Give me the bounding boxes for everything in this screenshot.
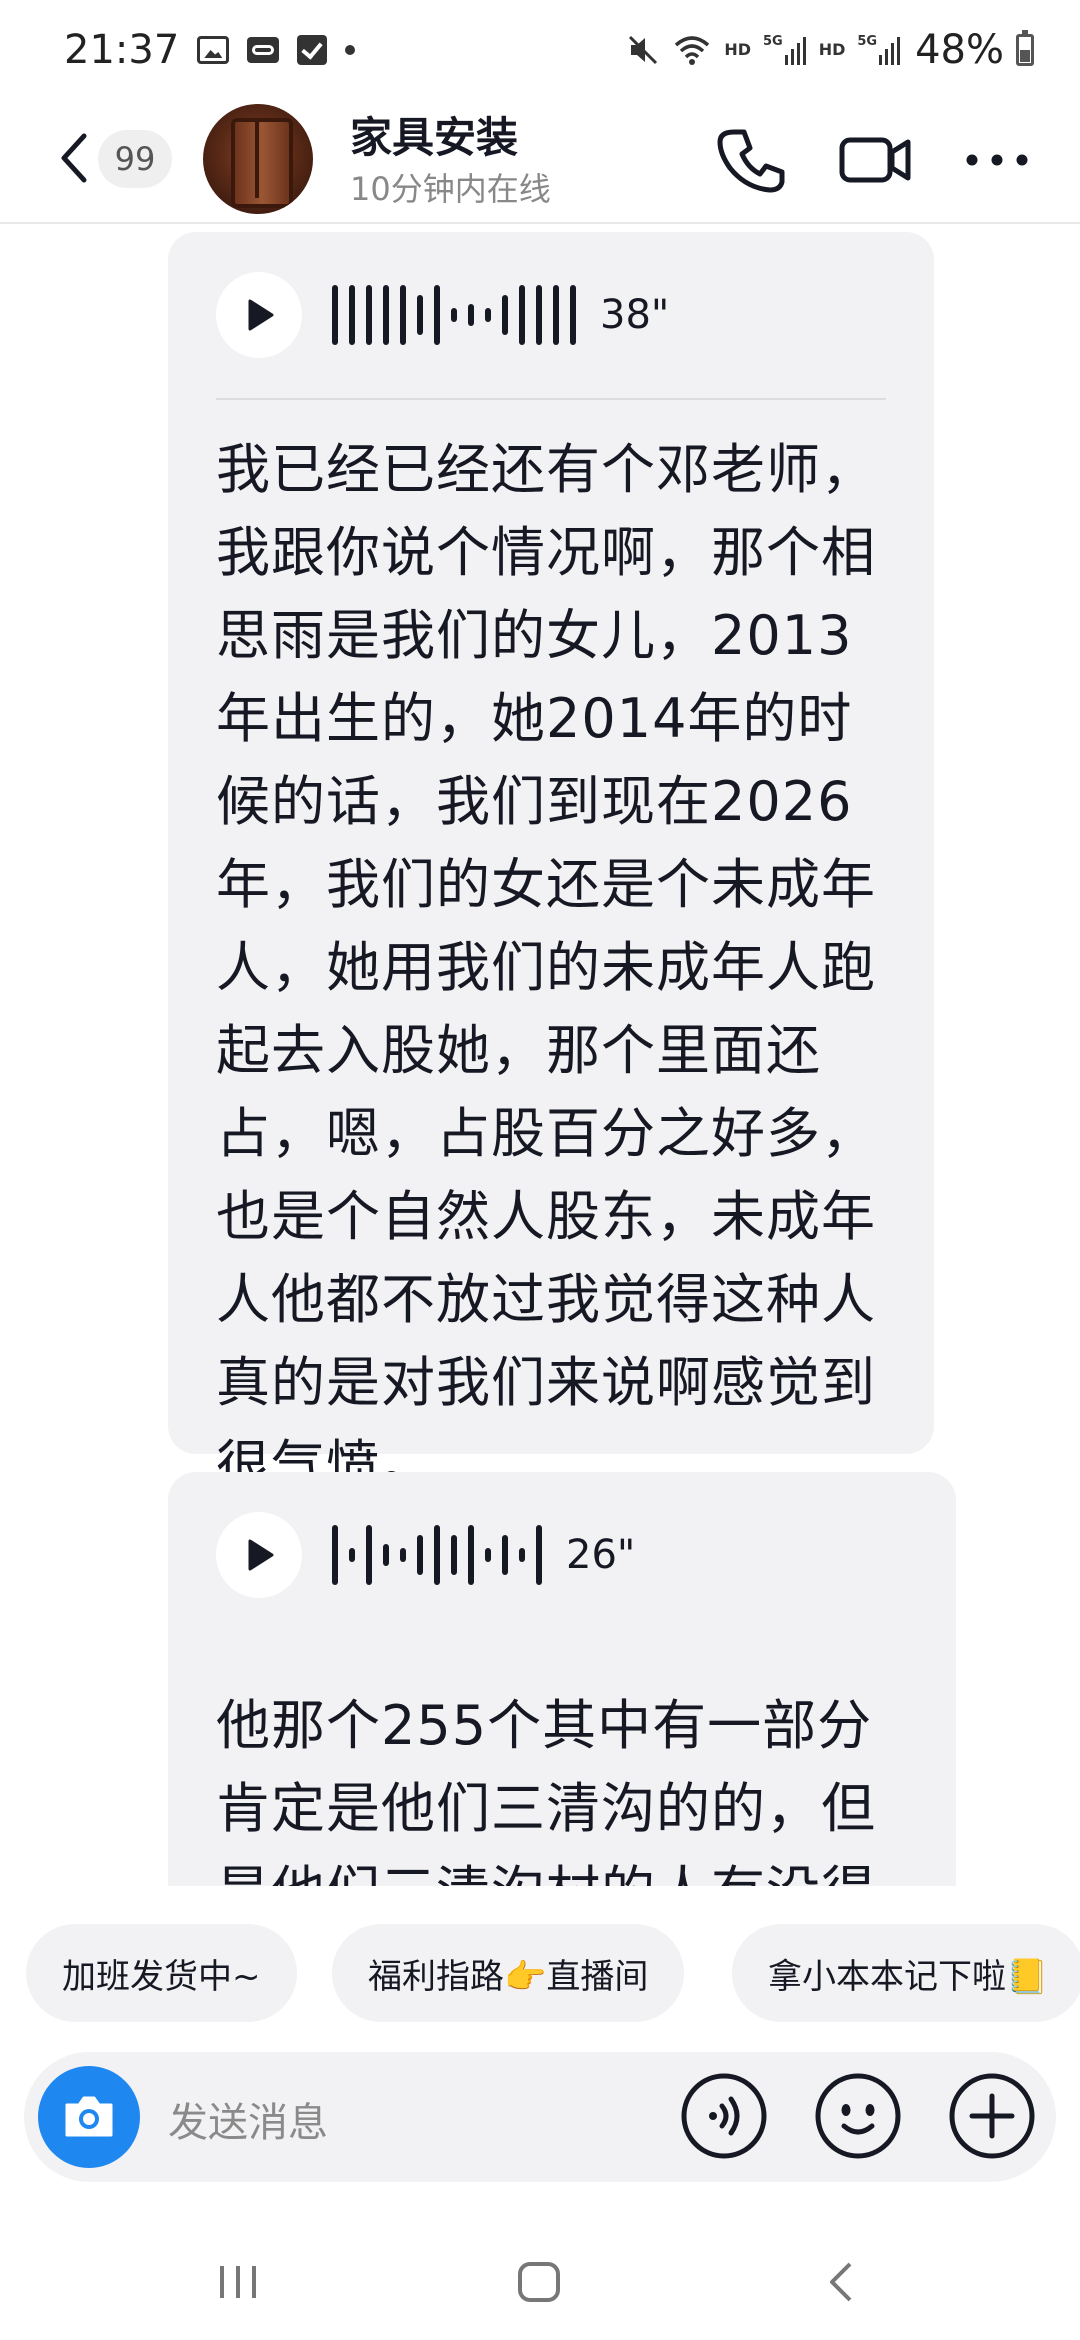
more-actions-button[interactable] — [948, 2072, 1036, 2160]
status-left: 21:37 — [64, 27, 356, 73]
waveform-bar — [451, 308, 457, 322]
waveform-bar — [536, 1525, 542, 1585]
waveform-bar — [468, 1525, 474, 1585]
network-2-gen: 5G — [857, 34, 878, 49]
system-navigation-bar — [0, 2230, 1080, 2340]
wifi-icon — [675, 36, 710, 65]
waveform-bar — [349, 285, 355, 345]
voice-duration: 26" — [566, 1532, 636, 1578]
waveform-bar — [400, 285, 406, 345]
back-nav-icon — [830, 2262, 852, 2302]
network-1-gen: 5G — [762, 34, 783, 49]
message-input-bar: 发送消息 — [24, 2052, 1056, 2182]
video-camera-icon — [839, 137, 911, 183]
voice-waveform — [332, 1505, 542, 1605]
voicemail-notification-icon — [247, 37, 280, 63]
plus-icon — [949, 2073, 1035, 2159]
quick-reply-chip[interactable]: 拿小本本记下啦📒 — [732, 1924, 1080, 2022]
emoji-icon — [815, 2073, 901, 2159]
video-call-button[interactable] — [836, 124, 916, 196]
checkbox-notification-icon — [297, 35, 328, 65]
back-button[interactable] — [52, 128, 96, 188]
voice-transcript: 他那个255个其中有一部分肯定是他们三清沟的的，但是他们三清沟村的人有没得开 — [216, 1694, 876, 1886]
gallery-notification-icon — [197, 36, 230, 64]
unread-count-badge[interactable]: 99 — [98, 130, 172, 188]
network-1-label: HD — [724, 40, 751, 59]
waveform-bar — [366, 285, 372, 345]
waveform-bar — [383, 1544, 389, 1566]
voice-player: 26" — [216, 1472, 908, 1638]
voice-waveform — [332, 265, 576, 365]
contact-name[interactable]: 家具安装 — [350, 104, 518, 165]
chat-header: 99 家具安装 10分钟内在线 — [0, 100, 1080, 224]
mute-icon — [629, 35, 658, 65]
waveform-bar — [536, 285, 542, 345]
waveform-bar — [400, 1548, 406, 1562]
more-notifications-dot-icon — [345, 45, 356, 55]
voice-duration: 38" — [600, 292, 670, 338]
play-button[interactable] — [216, 1512, 302, 1598]
waveform-bar — [332, 1525, 338, 1585]
phone-icon — [717, 129, 785, 193]
waveform-bar — [502, 295, 508, 335]
voice-call-button[interactable] — [716, 124, 788, 196]
more-dots-icon — [966, 154, 1028, 166]
message-input[interactable]: 发送消息 — [168, 2090, 328, 2148]
status-right: HD 5G HD 5G 48% — [626, 27, 1034, 73]
voice-message-bubble[interactable]: 38" 我已经已经还有个邓老师，我跟你说个情况啊，那个相思雨是我们的女儿，201… — [168, 232, 934, 1497]
waveform-bar — [366, 1525, 372, 1585]
waveform-bar — [349, 1548, 355, 1562]
back-nav-button[interactable] — [826, 2260, 858, 2308]
battery-level — [1020, 49, 1030, 62]
voice-input-icon — [681, 2073, 767, 2159]
play-icon — [248, 1539, 274, 1571]
quick-reply-chip[interactable]: 加班发货中~ — [26, 1924, 297, 2022]
waveform-bar — [485, 308, 491, 322]
chevron-left-icon — [61, 133, 87, 183]
quick-reply-chip[interactable]: 福利指路👉直播间 — [332, 1924, 685, 2022]
signal-2-icon: 5G — [857, 35, 901, 65]
battery-icon — [1016, 30, 1034, 66]
waveform-bar — [451, 1535, 457, 1575]
emoji-button[interactable] — [814, 2072, 902, 2160]
avatar[interactable] — [203, 104, 313, 214]
waveform-bar — [434, 1525, 440, 1585]
voice-player: 38" — [216, 232, 886, 398]
waveform-bar — [434, 285, 440, 345]
camera-button[interactable] — [38, 2066, 140, 2168]
waveform-bar — [502, 1535, 508, 1575]
signal-1-icon: 5G — [763, 35, 807, 65]
contact-online-status: 10分钟内在线 — [350, 170, 551, 208]
voice-message-bubble[interactable]: 26" 他那个255个其中有一部分肯定是他们三清沟的的，但是他们三清沟村的人有没… — [168, 1472, 956, 1886]
home-button[interactable] — [516, 2260, 562, 2308]
waveform-bar — [519, 1548, 525, 1562]
battery-percent: 48% — [915, 27, 1004, 73]
waveform-bar — [417, 295, 423, 335]
camera-icon — [65, 2096, 113, 2137]
waveform-bar — [553, 285, 559, 345]
status-time: 21:37 — [64, 27, 180, 73]
waveform-bar — [468, 304, 474, 326]
more-options-button[interactable] — [962, 124, 1032, 196]
voice-transcript: 我已经已经还有个邓老师，我跟你说个情况啊，那个相思雨是我们的女儿，2013年出生… — [216, 438, 876, 1497]
waveform-bar — [383, 285, 389, 345]
status-bar: 21:37 HD 5G HD 5G 48% — [0, 0, 1080, 100]
play-button[interactable] — [216, 272, 302, 358]
waveform-bar — [332, 285, 338, 345]
waveform-bar — [519, 285, 525, 345]
waveform-bar — [417, 1535, 423, 1575]
home-icon — [518, 2262, 560, 2302]
chat-screen: 21:37 HD 5G HD 5G 48% 99 家具安装 10分钟内在线 38… — [0, 0, 1080, 2340]
waveform-bar — [570, 285, 576, 345]
play-icon — [248, 299, 274, 331]
waveform-bar — [485, 1548, 491, 1562]
recent-apps-button[interactable] — [216, 2260, 260, 2308]
quick-reply-bar: 加班发货中~ 福利指路👉直播间 拿小本本记下啦📒 — [0, 1924, 1080, 2022]
voice-input-button[interactable] — [680, 2072, 768, 2160]
recent-apps-icon — [220, 2266, 256, 2298]
message-list[interactable]: 38" 我已经已经还有个邓老师，我跟你说个情况啊，那个相思雨是我们的女儿，201… — [0, 226, 1080, 1886]
network-2-label: HD — [818, 40, 846, 59]
